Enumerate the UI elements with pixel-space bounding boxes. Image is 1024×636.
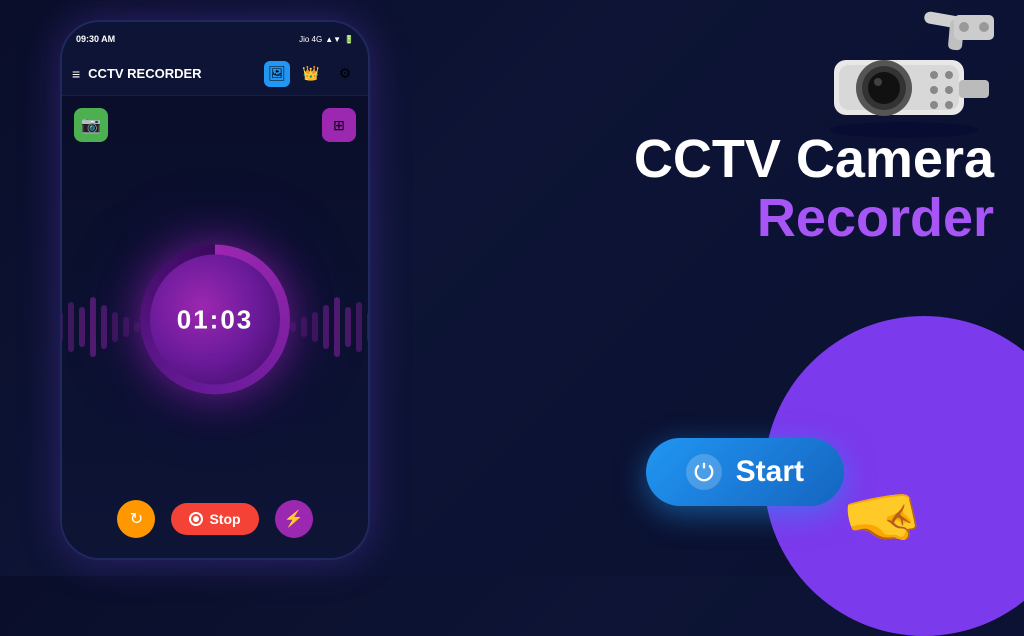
crown-icon-button[interactable]: 👑: [298, 61, 324, 87]
hamburger-icon[interactable]: ≡: [72, 66, 80, 82]
power-icon: [686, 454, 722, 490]
cctv-camera-image: [804, 10, 1004, 145]
settings-icon-button[interactable]: ⚙: [332, 61, 358, 87]
bottom-controls: ↻ Stop ⚡: [62, 500, 368, 538]
stop-icon: [189, 512, 203, 526]
start-label: Start: [736, 455, 804, 489]
grid-top-button[interactable]: ⊞: [322, 108, 356, 142]
camera-top-button[interactable]: 📷: [74, 108, 108, 142]
flash-button[interactable]: ⚡: [275, 500, 313, 538]
status-time: 09:30 AM: [76, 34, 115, 44]
timer-circle: 01:03: [140, 245, 290, 395]
settings-icon: ⚙: [339, 65, 352, 82]
app-bar: ≡ CCTV RECORDER 🖼 👑 ⚙: [62, 52, 368, 96]
rotate-button[interactable]: ↻: [117, 500, 155, 538]
start-button-area: Start: [646, 438, 844, 506]
status-right: Jio 4G ▲▼ 🔋: [299, 35, 354, 44]
flash-icon: ⚡: [284, 509, 304, 529]
camera-icon: 📷: [81, 115, 101, 135]
signal-icon: ▲▼: [325, 35, 341, 44]
right-title-area: CCTV Camera Recorder: [634, 130, 994, 249]
power-svg: [693, 461, 715, 483]
phone-mockup: 09:30 AM Jio 4G ▲▼ 🔋 ≡ CCTV RECORDER 🖼 👑…: [60, 20, 370, 560]
rotate-icon: ↻: [130, 509, 143, 529]
gallery-icon-button[interactable]: 🖼: [264, 61, 290, 87]
stop-button[interactable]: Stop: [171, 503, 258, 535]
carrier-text: Jio 4G: [299, 35, 322, 44]
gallery-icon: 🖼: [268, 65, 286, 82]
timer-display: 01:03: [177, 304, 254, 335]
phone-screen: 📷 ⊞: [62, 96, 368, 558]
app-title: CCTV RECORDER: [88, 66, 256, 81]
phone-notch: [175, 22, 255, 40]
phone-frame: 09:30 AM Jio 4G ▲▼ 🔋 ≡ CCTV RECORDER 🖼 👑…: [60, 20, 370, 560]
timer-circle-inner: 01:03: [150, 255, 280, 385]
grid-icon: ⊞: [333, 117, 345, 134]
camera-svg: [804, 10, 1004, 140]
hand-cursor-icon: 🤜: [837, 474, 930, 563]
start-button[interactable]: Start: [646, 438, 844, 506]
battery-icon: 🔋: [344, 35, 354, 44]
crown-icon: 👑: [302, 65, 319, 82]
stop-label: Stop: [209, 511, 240, 527]
stop-dot: [193, 516, 199, 522]
title-line2: Recorder: [634, 189, 994, 248]
